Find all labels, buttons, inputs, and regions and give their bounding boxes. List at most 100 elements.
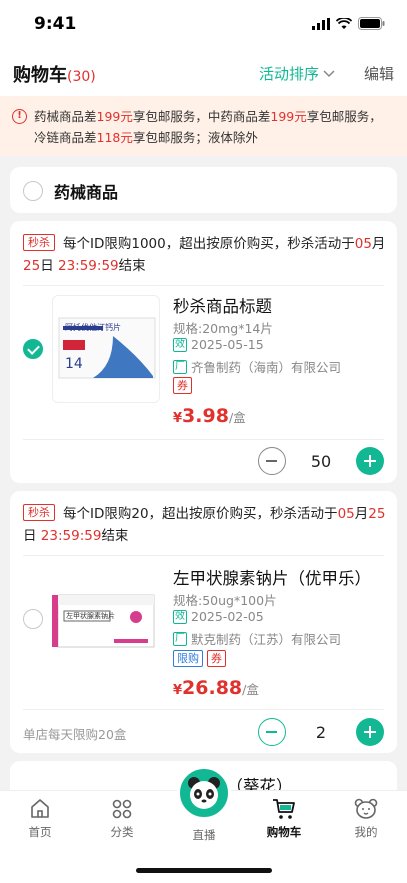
divider <box>23 439 384 440</box>
notice-amount: 199元 <box>270 109 307 124</box>
notice-amount: 199元 <box>96 109 133 124</box>
divider <box>23 285 384 286</box>
product-expiry: 效 2025-05-15 <box>173 337 264 352</box>
cart-item: 秒杀 每个ID限购1000，超出按原价购买，秒杀活动于05月 25日 23:59:5… <box>10 221 397 483</box>
tab-mine[interactable]: 我的 <box>336 797 396 840</box>
product-manufacturer: 厂默克制药（江苏）有限公司 <box>173 629 341 648</box>
promo-text: 每个ID限购1000，超出按原价购买，秒杀活动于 <box>63 236 355 252</box>
promo-month: 05 <box>337 506 355 522</box>
price-unit: /盒 <box>228 410 246 425</box>
tab-category-label: 分类 <box>110 825 134 839</box>
tab-live[interactable]: 直播 <box>174 827 234 843</box>
cart-icon <box>273 799 295 819</box>
tab-live-label: 直播 <box>192 828 216 842</box>
notice-text: 享包邮服务，中药商品差 <box>132 109 271 124</box>
promo-time: 23:59:59 <box>40 528 102 544</box>
decrease-button[interactable] <box>258 447 286 475</box>
promo-info: 秒杀 每个ID限购20，超出按原价购买，秒杀活动于05月25 日 23:59:59结… <box>23 503 388 547</box>
product-spec: 规格:50ug*100片 <box>173 593 277 608</box>
promo-text: 日 <box>40 258 54 274</box>
promo-text: 每个ID限购20，超出按原价购买，秒杀活动于 <box>63 506 338 522</box>
quantity-stepper[interactable]: 50 <box>258 447 384 475</box>
bear-icon <box>354 798 378 819</box>
edit-button[interactable]: 编辑 <box>364 63 394 84</box>
item-select-radio[interactable] <box>23 339 43 359</box>
svg-text:14: 14 <box>65 356 83 372</box>
factory-tag: 厂 <box>173 359 187 374</box>
flash-sale-tag: 秒杀 <box>23 234 55 251</box>
coupon-tag: 券 <box>207 650 226 667</box>
product-image-label: 阿托伐他汀钙片 <box>65 323 121 332</box>
product-expiry: 效 2025-02-05 <box>173 609 264 624</box>
increase-button[interactable] <box>356 718 384 746</box>
notice-line-1: 药械商品差199元享包邮服务，中药商品差199元享包邮服务， <box>34 106 395 127</box>
divider <box>23 555 384 556</box>
tab-cart[interactable]: 购物车 <box>254 797 314 840</box>
tab-cart-label: 购物车 <box>266 825 302 839</box>
cart-item: 秒杀 每个ID限购20，超出按原价购买，秒杀活动于05月25 日 23:59:59结… <box>10 491 397 753</box>
promo-text: 日 <box>23 528 37 544</box>
page-title-text: 购物车 <box>13 65 67 86</box>
product-tags: 限购 券 <box>173 650 226 667</box>
group-header: 药械商品 <box>10 167 397 213</box>
promo-day: 25 <box>368 506 386 522</box>
promo-day: 25 <box>23 258 41 274</box>
increase-button[interactable] <box>356 447 384 475</box>
decrease-button[interactable] <box>258 718 286 746</box>
status-time: 9:41 <box>34 14 77 34</box>
panda-icon <box>188 777 220 809</box>
quantity-value[interactable]: 50 <box>286 452 356 471</box>
flash-sale-tag: 秒杀 <box>23 504 55 521</box>
coupon-tag: 券 <box>173 377 192 394</box>
live-button[interactable] <box>177 766 231 820</box>
expiry-date: 2025-02-05 <box>191 609 264 624</box>
notice-amount: 118元 <box>96 130 133 145</box>
manufacturer-name: 齐鲁制药（海南）有限公司 <box>191 360 342 375</box>
expiry-tag: 效 <box>173 609 187 624</box>
notice-line-2: 冷链商品差118元享包邮服务；液体除外 <box>34 127 395 148</box>
notice-text: 药械商品差 <box>34 109 97 124</box>
promo-text: 月 <box>354 506 369 522</box>
signal-icon <box>312 17 330 30</box>
status-bar: 9:41 <box>0 0 407 48</box>
promo-month: 05 <box>354 236 372 252</box>
product-name[interactable]: 左甲状腺素钠片（优甲乐） <box>173 565 371 589</box>
product-image-label: 左甲状腺素钠片 <box>66 612 115 620</box>
promo-time: 23:59:59 <box>57 258 119 274</box>
promo-text: 月 <box>371 236 386 252</box>
status-icons <box>312 17 385 30</box>
page-title: 购物车(30) <box>13 61 96 87</box>
notice-text: 享包邮服务；液体除外 <box>132 130 258 145</box>
price-value: 3.98 <box>182 405 229 427</box>
product-manufacturer: 厂齐鲁制药（海南）有限公司 <box>173 357 341 376</box>
tab-home-label: 首页 <box>28 825 52 839</box>
product-image[interactable]: 14 阿托伐他汀钙片 <box>52 295 160 403</box>
price-symbol: ¥ <box>173 683 183 698</box>
tab-mine-label: 我的 <box>354 825 378 839</box>
cart-header: 购物车(30) 活动排序 编辑 <box>0 48 407 96</box>
battery-icon <box>358 17 385 30</box>
factory-tag: 厂 <box>173 631 187 646</box>
quantity-stepper[interactable]: 2 <box>258 718 384 746</box>
wifi-icon <box>336 17 352 29</box>
product-price: ¥3.98/盒 <box>173 405 246 427</box>
activity-sort-button[interactable]: 活动排序 <box>259 63 335 84</box>
product-name[interactable]: 秒杀商品标题 <box>173 293 272 317</box>
cart-count: (30) <box>67 69 96 85</box>
product-price: ¥26.88/盒 <box>173 677 259 699</box>
manufacturer-name: 默克制药（江苏）有限公司 <box>191 632 342 647</box>
quantity-value[interactable]: 2 <box>286 723 356 742</box>
shipping-notice: ! 药械商品差199元享包邮服务，中药商品差199元享包邮服务， 冷链商品差11… <box>0 96 407 156</box>
tab-home[interactable]: 首页 <box>10 797 70 840</box>
product-image[interactable]: 左甲状腺素钠片 <box>52 565 160 673</box>
group-select-radio[interactable] <box>23 181 43 201</box>
tab-category[interactable]: 分类 <box>92 797 152 840</box>
group-title: 药械商品 <box>54 183 119 202</box>
item-select-radio[interactable] <box>23 609 43 629</box>
price-symbol: ¥ <box>173 411 183 426</box>
home-icon <box>31 799 49 818</box>
price-value: 26.88 <box>182 677 243 699</box>
product-tags: 券 <box>173 377 192 394</box>
notice-text: 冷链商品差 <box>34 130 97 145</box>
price-unit: /盒 <box>242 682 259 697</box>
